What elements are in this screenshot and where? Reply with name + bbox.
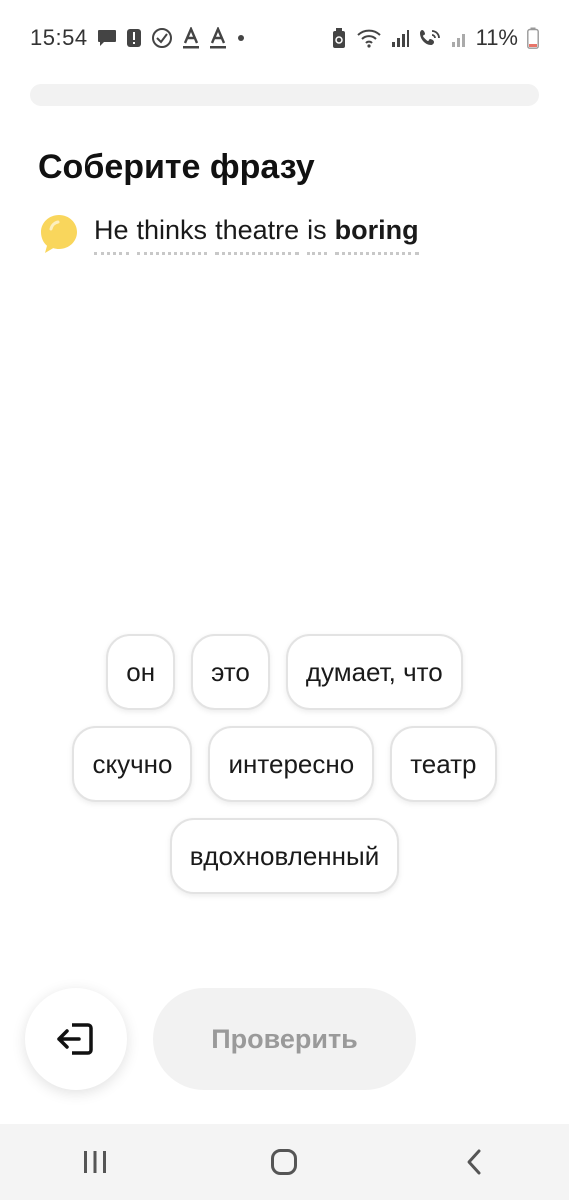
status-left: 15:54 <box>30 25 246 51</box>
word-chip[interactable]: думает, что <box>285 634 463 710</box>
phrase-word[interactable]: boring <box>334 213 419 256</box>
chip-row: он это думает, что <box>106 634 463 710</box>
message-icon <box>97 29 117 47</box>
phrase-row: He thinks theatre is boring <box>38 212 419 256</box>
home-button[interactable] <box>244 1132 324 1192</box>
back-button[interactable] <box>434 1132 514 1192</box>
word-chip[interactable]: он <box>106 634 176 710</box>
recent-apps-button[interactable] <box>55 1132 135 1192</box>
signal-icon <box>391 28 409 48</box>
word-chip[interactable]: театр <box>390 726 497 802</box>
phrase-word[interactable]: thinks <box>136 213 208 256</box>
signal-icon <box>451 28 467 48</box>
phrase-word[interactable]: He <box>94 213 129 256</box>
speech-bubble-icon[interactable] <box>38 212 80 256</box>
status-time: 15:54 <box>30 25 88 50</box>
text-a-icon <box>209 27 227 49</box>
chip-row: скучно интересно театр <box>72 726 497 802</box>
word-chip[interactable]: это <box>191 634 270 710</box>
wifi-icon <box>356 28 382 48</box>
battery-icon <box>527 27 539 49</box>
status-right: 11% <box>331 25 539 51</box>
home-icon <box>271 1149 298 1175</box>
wifi-call-icon <box>418 27 442 49</box>
system-nav-bar <box>0 1124 569 1200</box>
phrase-words: He thinks theatre is boring <box>94 213 419 256</box>
battery-saver-icon <box>331 27 347 49</box>
dot-icon <box>236 33 246 43</box>
word-chip[interactable]: скучно <box>72 726 193 802</box>
word-chips: он это думает, что скучно интересно театр вд… <box>0 634 569 894</box>
page-title: Соберите фразу <box>38 148 315 186</box>
battery-percent: 11% <box>475 25 518 50</box>
phrase-word[interactable]: theatre <box>215 213 300 256</box>
lesson-progress-bar <box>30 84 539 106</box>
word-chip[interactable]: интересно <box>208 726 375 802</box>
exit-button[interactable] <box>25 988 127 1090</box>
back-icon <box>467 1149 481 1175</box>
recent-apps-icon <box>83 1151 106 1173</box>
alert-icon <box>126 28 142 48</box>
status-bar: 15:54 11% <box>0 0 569 76</box>
check-button[interactable]: Проверить <box>153 988 416 1090</box>
text-a-icon <box>182 27 200 49</box>
screen: 15:54 11% Соберите фразу He thinks theat… <box>0 0 569 1200</box>
word-chip[interactable]: вдохновленный <box>169 818 400 894</box>
phrase-word[interactable]: is <box>307 213 327 256</box>
chip-row: вдохновленный <box>169 818 400 894</box>
exit-icon <box>57 1023 93 1055</box>
check-circle-icon <box>151 27 173 49</box>
